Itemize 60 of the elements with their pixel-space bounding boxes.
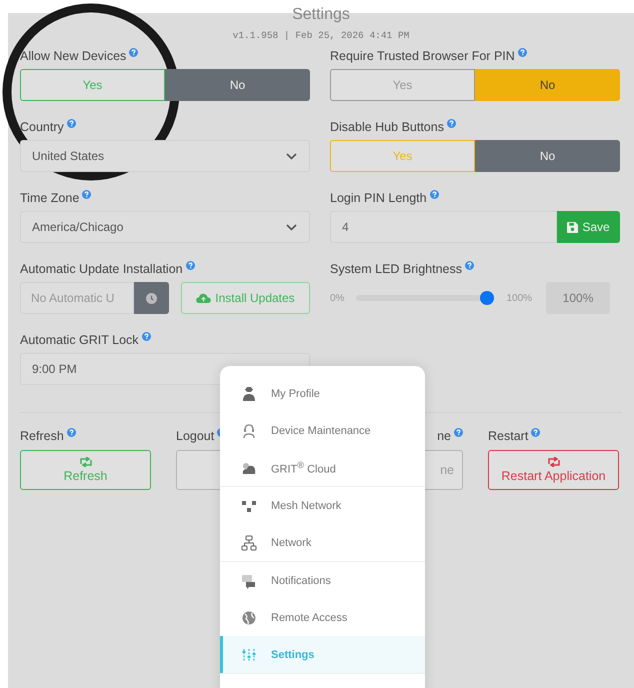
menu-item[interactable]: Network xyxy=(220,524,425,561)
field-label: System LED Brightness xyxy=(330,262,462,276)
help-icon[interactable] xyxy=(82,190,92,199)
person-icon xyxy=(241,386,257,402)
headset-icon xyxy=(241,422,257,438)
chevron-down-icon xyxy=(286,224,297,230)
help-icon[interactable] xyxy=(465,261,474,270)
sliders-icon xyxy=(241,646,257,662)
chat-icon xyxy=(241,572,257,588)
field-label: Country xyxy=(20,120,64,134)
toggle-option[interactable]: No xyxy=(475,69,620,101)
action-button[interactable]: Restart Application xyxy=(488,450,619,490)
help-icon[interactable] xyxy=(518,48,527,57)
field-label: Automatic Update Installation xyxy=(20,262,183,276)
select-field[interactable]: United States xyxy=(20,140,310,172)
max-label: 100% xyxy=(506,292,532,304)
input-field[interactable]: No Automatic U xyxy=(20,282,134,314)
field-label: Allow New Devices xyxy=(20,48,126,62)
field-label: Logout xyxy=(176,428,214,442)
help-icon[interactable] xyxy=(454,428,463,437)
help-icon[interactable] xyxy=(66,428,76,437)
help-icon[interactable] xyxy=(531,428,540,437)
field-label: Restart xyxy=(488,428,528,442)
help-icon[interactable] xyxy=(446,119,456,128)
menu-item[interactable]: Mesh Network xyxy=(220,487,425,524)
clock-button[interactable] xyxy=(134,282,169,314)
field-label: Time Zone xyxy=(20,190,80,204)
min-label: 0% xyxy=(330,292,344,304)
field-label: Login PIN Length xyxy=(330,190,427,204)
help-icon[interactable] xyxy=(186,261,195,270)
repeat-icon xyxy=(546,457,560,467)
brightness-slider[interactable] xyxy=(356,291,494,305)
field-label: Require Trusted Browser For PIN xyxy=(330,48,515,62)
save-button[interactable]: Save xyxy=(557,211,620,243)
toggle-option[interactable]: No xyxy=(475,140,620,172)
menu-item[interactable]: GRIT$^{®}$ Cloud xyxy=(220,449,425,486)
field-label: Refresh xyxy=(20,428,64,442)
field-label: Automatic GRIT Lock xyxy=(20,332,139,346)
select-field[interactable]: America/Chicago xyxy=(20,211,310,243)
globe-icon xyxy=(241,610,257,626)
field-label: ne xyxy=(437,428,451,442)
repeat-icon xyxy=(78,457,92,467)
help-icon[interactable] xyxy=(142,332,151,341)
chevron-down-icon xyxy=(286,152,297,160)
help-icon[interactable] xyxy=(66,119,76,128)
clock-icon xyxy=(146,292,157,304)
toggle-option[interactable]: No xyxy=(165,69,310,101)
brightness-value: 100% xyxy=(546,282,610,314)
version-text: v1.1.958 | Feb 25, 2026 4:41 PM xyxy=(232,30,410,41)
field-label: Disable Hub Buttons xyxy=(330,120,444,134)
help-icon[interactable] xyxy=(430,190,439,199)
menu-item[interactable]: Settings xyxy=(220,636,425,673)
cloud-upload-icon xyxy=(196,293,212,303)
page-title: Settings xyxy=(291,5,351,24)
input-field[interactable]: 4 xyxy=(330,211,557,243)
network-icon xyxy=(241,534,257,550)
menu-item[interactable]: Notifications xyxy=(220,562,425,599)
menu-item[interactable]: Remote Access xyxy=(220,599,425,636)
menu-item[interactable]: Device Maintenance xyxy=(220,412,425,449)
help-icon[interactable] xyxy=(129,48,138,57)
